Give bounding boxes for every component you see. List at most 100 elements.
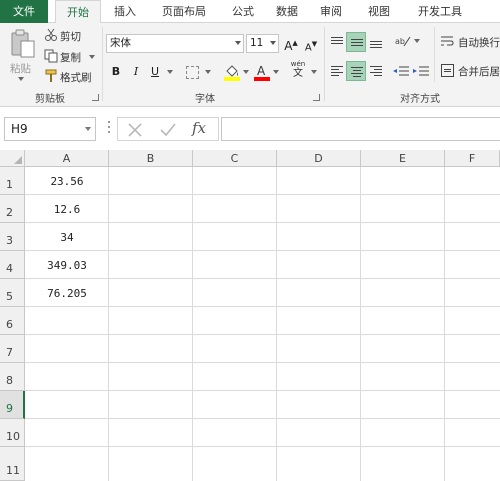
gridline xyxy=(192,167,193,481)
column-header-d[interactable]: D xyxy=(277,150,361,167)
grow-font-button[interactable]: A▲ xyxy=(284,34,298,55)
bold-button[interactable]: B xyxy=(109,63,123,81)
gridline xyxy=(276,167,277,481)
phonetic-dropdown-icon[interactable] xyxy=(311,70,317,74)
gridline xyxy=(360,167,361,481)
increase-indent-icon[interactable] xyxy=(413,65,429,79)
copy-icon[interactable] xyxy=(44,49,58,63)
row-header-6[interactable]: 6 xyxy=(0,307,25,335)
chevron-down-icon xyxy=(270,41,276,45)
paste-button[interactable]: 粘贴 xyxy=(10,61,31,76)
row-header-9[interactable]: 9 xyxy=(0,391,25,419)
merge-center-button[interactable]: 合并后居 xyxy=(458,64,500,79)
row-header-4[interactable]: 4 xyxy=(0,251,25,279)
align-middle-button[interactable] xyxy=(346,32,366,52)
shrink-font-button[interactable]: A▼ xyxy=(304,35,318,57)
row-header-7[interactable]: 7 xyxy=(0,335,25,363)
row-header-11[interactable]: 11 xyxy=(0,447,25,481)
font-color-dropdown-icon[interactable] xyxy=(273,70,279,74)
underline-dropdown-icon[interactable] xyxy=(167,70,173,74)
gridline xyxy=(25,362,500,363)
align-bottom-button[interactable] xyxy=(366,32,386,52)
wrap-text-icon[interactable] xyxy=(441,35,454,48)
fill-color-dropdown-icon[interactable] xyxy=(243,70,249,74)
cancel-icon[interactable] xyxy=(128,123,142,137)
insert-function-icon[interactable]: fx xyxy=(192,119,214,139)
format-painter-button[interactable]: 格式刷 xyxy=(60,70,92,85)
cell-a5[interactable]: 76.205 xyxy=(26,287,108,300)
shrink-font-label: A xyxy=(304,42,312,54)
merge-center-icon[interactable] xyxy=(441,64,454,77)
align-right-button[interactable] xyxy=(366,61,386,81)
tab-page-layout[interactable]: 页面布局 xyxy=(153,0,215,23)
column-header-e[interactable]: E xyxy=(361,150,445,167)
gridline xyxy=(25,418,500,419)
tab-developer[interactable]: 开发工具 xyxy=(408,0,472,23)
orientation-icon[interactable]: ab xyxy=(395,34,411,48)
formula-input[interactable] xyxy=(221,117,500,141)
font-name-select[interactable]: 宋体 xyxy=(106,34,244,53)
formula-bar-splitter[interactable] xyxy=(108,121,110,137)
paste-icon[interactable] xyxy=(9,29,37,59)
format-painter-icon[interactable] xyxy=(44,69,58,83)
font-group-label: 字体 xyxy=(195,94,215,105)
underline-button[interactable]: U xyxy=(148,63,162,81)
orientation-dropdown-icon[interactable] xyxy=(414,39,420,43)
copy-dropdown-icon[interactable] xyxy=(89,55,95,59)
tab-review[interactable]: 审阅 xyxy=(313,0,349,23)
align-left-button[interactable] xyxy=(327,61,347,81)
column-header-b[interactable]: B xyxy=(109,150,193,167)
decrease-indent-icon[interactable] xyxy=(393,65,409,79)
clipboard-launcher-icon[interactable] xyxy=(92,94,99,101)
alignment-group-label: 对齐方式 xyxy=(400,94,440,105)
fill-color-icon[interactable] xyxy=(224,63,240,81)
formula-buttons: fx xyxy=(117,117,219,141)
paste-dropdown-icon[interactable] xyxy=(18,77,24,81)
row-header-1[interactable]: 1 xyxy=(0,167,25,195)
gridline xyxy=(25,250,500,251)
cell-a3[interactable]: 34 xyxy=(26,231,108,244)
borders-dropdown-icon[interactable] xyxy=(205,70,211,74)
group-divider xyxy=(434,27,435,82)
phonetic-guide-icon[interactable]: wén 文 xyxy=(289,60,307,82)
column-header-c[interactable]: C xyxy=(193,150,277,167)
tab-home[interactable]: 开始 xyxy=(55,0,101,24)
row-header-8[interactable]: 8 xyxy=(0,363,25,391)
borders-icon[interactable] xyxy=(186,66,199,79)
gridline xyxy=(25,194,500,195)
copy-button[interactable]: 复制 xyxy=(60,50,81,65)
group-divider xyxy=(324,27,325,101)
row-header-3[interactable]: 3 xyxy=(0,223,25,251)
column-header-a[interactable]: A xyxy=(25,150,109,167)
align-top-button[interactable] xyxy=(327,32,347,52)
gridline xyxy=(25,446,500,447)
tab-formulas[interactable]: 公式 xyxy=(225,0,261,23)
cut-icon[interactable] xyxy=(44,28,58,42)
cell-a1[interactable]: 23.56 xyxy=(26,175,108,188)
row-header-5[interactable]: 5 xyxy=(0,279,25,307)
select-all-button[interactable] xyxy=(0,150,25,167)
wrap-text-button[interactable]: 自动换行 xyxy=(458,35,500,50)
gridline xyxy=(25,278,500,279)
row-header-10[interactable]: 10 xyxy=(0,419,25,447)
clipboard-group-label: 剪贴板 xyxy=(35,94,65,105)
align-center-button[interactable] xyxy=(346,61,366,81)
cell-a4[interactable]: 349.03 xyxy=(26,259,108,272)
enter-icon[interactable] xyxy=(160,123,176,137)
name-box[interactable]: H9 xyxy=(4,117,96,141)
tab-view[interactable]: 视图 xyxy=(361,0,397,23)
fill-color-swatch xyxy=(224,77,240,81)
tab-insert[interactable]: 插入 xyxy=(107,0,143,23)
gridline xyxy=(108,167,109,481)
font-color-icon[interactable]: A xyxy=(254,63,270,81)
font-size-value: 11 xyxy=(250,37,264,49)
tab-file[interactable]: 文件 xyxy=(0,0,48,23)
font-launcher-icon[interactable] xyxy=(313,94,320,101)
column-header-f[interactable]: F xyxy=(445,150,500,167)
font-size-select[interactable]: 11 xyxy=(246,34,279,53)
row-header-2[interactable]: 2 xyxy=(0,195,25,223)
tab-data[interactable]: 数据 xyxy=(269,0,305,23)
cell-a2[interactable]: 12.6 xyxy=(26,203,108,216)
italic-button[interactable]: I xyxy=(129,63,143,81)
cut-button[interactable]: 剪切 xyxy=(60,29,81,44)
